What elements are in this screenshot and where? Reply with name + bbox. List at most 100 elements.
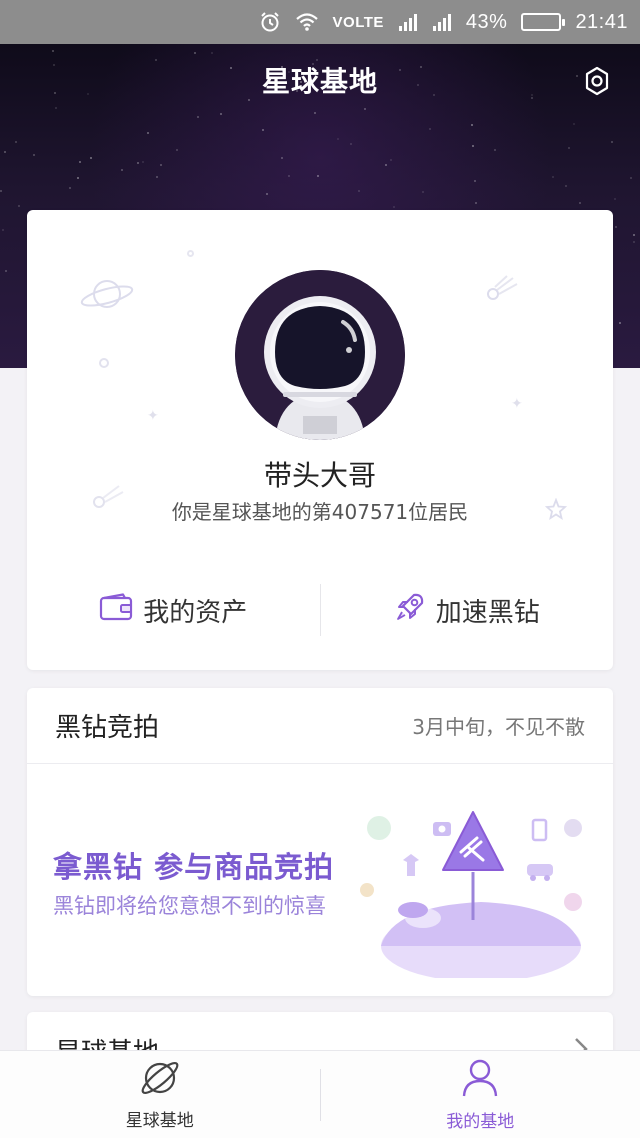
battery-icon (521, 13, 566, 31)
wallet-icon (99, 592, 133, 628)
star-particle (393, 206, 395, 208)
star-particle (364, 108, 366, 110)
star-particle (552, 176, 554, 178)
nav-item-planet-base[interactable]: 星球基地 (0, 1051, 320, 1138)
star-particle (633, 234, 635, 236)
clock: 21:41 (575, 10, 628, 33)
sparkle-decoration: ✦ (147, 408, 159, 424)
circle-decoration (99, 358, 109, 368)
rocket-icon (394, 591, 426, 630)
star-particle (142, 161, 144, 163)
star-particle (0, 190, 2, 192)
star-particle (494, 149, 496, 151)
star-particle (429, 128, 431, 130)
resident-number-text: 你是星球基地的第407571位居民 (171, 500, 469, 524)
star-particle (160, 164, 162, 166)
signal-icon-2 (432, 12, 452, 32)
username: 带头大哥 (263, 459, 376, 492)
star-particle (69, 187, 71, 189)
profile-card: ✦ ✦ 带头大哥 你是星球基地的第407571位居民 我的资产 加速黑钻 (27, 210, 613, 670)
star-particle (422, 191, 424, 193)
gear-icon (581, 65, 613, 101)
star-particle (633, 241, 635, 243)
profile-actions: 我的资产 加速黑钻 (27, 582, 613, 638)
my-assets-label: 我的资产 (143, 597, 248, 628)
star-particle (579, 202, 581, 204)
star-particle (176, 149, 178, 151)
comet-decoration-icon (483, 274, 523, 308)
sparkle-decoration-2: ✦ (511, 396, 523, 412)
astronaut-avatar-icon (235, 270, 405, 440)
star-particle (156, 176, 158, 178)
star-particle (573, 123, 575, 125)
nav-label-planet-base: 星球基地 (125, 1110, 194, 1131)
alarm-icon (259, 11, 281, 33)
star-particle (288, 175, 290, 177)
star-particle (33, 154, 35, 156)
network-label: VOLTE (332, 13, 384, 31)
star-particle (4, 151, 6, 153)
star-particle (262, 129, 264, 131)
settings-button[interactable] (580, 66, 614, 100)
star-particle (211, 52, 213, 54)
circle-decoration-2 (187, 250, 194, 257)
star-particle (220, 113, 222, 115)
promo-title: 拿黑钻 参与商品竞拍 (53, 850, 335, 884)
star-particle (79, 161, 81, 163)
star-particle (194, 52, 196, 54)
star-particle (630, 177, 632, 179)
star-particle (90, 157, 92, 159)
star-particle (390, 159, 392, 161)
my-assets-button[interactable]: 我的资产 (27, 582, 320, 638)
star-particle (337, 138, 339, 140)
star-particle (281, 157, 283, 159)
signal-icon (398, 12, 418, 32)
star-particle (18, 205, 20, 207)
planet-decoration-icon (77, 270, 137, 322)
auction-title: 黑钻竞拍 (55, 713, 160, 743)
boost-diamond-label: 加速黑钻 (435, 597, 540, 628)
star-particle (317, 175, 319, 177)
person-icon (461, 1058, 499, 1103)
status-bar: VOLTE 43% 21:41 (0, 0, 640, 44)
star-particle (568, 147, 570, 149)
star-particle (147, 132, 149, 134)
star-particle (77, 177, 79, 179)
star-particle (2, 229, 4, 231)
star-particle (615, 226, 617, 228)
star-particle (475, 202, 477, 204)
boost-diamond-button[interactable]: 加速黑钻 (321, 582, 614, 638)
star-particle (197, 116, 199, 118)
star-particle (15, 141, 17, 143)
auction-planet-illustration-icon (353, 798, 593, 982)
star-particle (611, 141, 613, 143)
star-particle (471, 124, 473, 126)
page-title: 星球基地 (261, 65, 378, 98)
star-particle (358, 190, 360, 192)
nav-label-my-base: 我的基地 (446, 1111, 515, 1132)
star-particle (137, 162, 139, 164)
star-particle (474, 180, 476, 182)
bottom-navigation: 星球基地 我的基地 (0, 1050, 640, 1138)
auction-card[interactable]: 黑钻竞拍 3月中旬，不见不散 拿黑钻 参与商品竞拍 黑钻即将给您意想不到的惊喜 (27, 688, 613, 996)
star-particle (614, 198, 616, 200)
promo-subtitle: 黑钻即将给您意想不到的惊喜 (53, 894, 326, 918)
auction-header: 黑钻竞拍 3月中旬，不见不散 (27, 688, 613, 764)
star-particle (472, 145, 474, 147)
star-particle (266, 193, 268, 195)
star-particle (55, 107, 57, 109)
planet-icon (140, 1059, 180, 1102)
auction-date-note: 3月中旬，不见不散 (412, 715, 585, 739)
battery-percent: 43% (465, 10, 508, 33)
star-particle (5, 270, 7, 272)
star-particle (565, 185, 567, 187)
star-particle (314, 112, 316, 114)
nav-item-my-base[interactable]: 我的基地 (321, 1051, 640, 1138)
star-particle (385, 164, 387, 166)
star-particle (52, 50, 54, 52)
wifi-icon (295, 12, 319, 32)
star-particle (619, 322, 621, 324)
star-particle (121, 169, 123, 171)
star-particle (350, 143, 352, 145)
avatar[interactable] (235, 270, 405, 440)
